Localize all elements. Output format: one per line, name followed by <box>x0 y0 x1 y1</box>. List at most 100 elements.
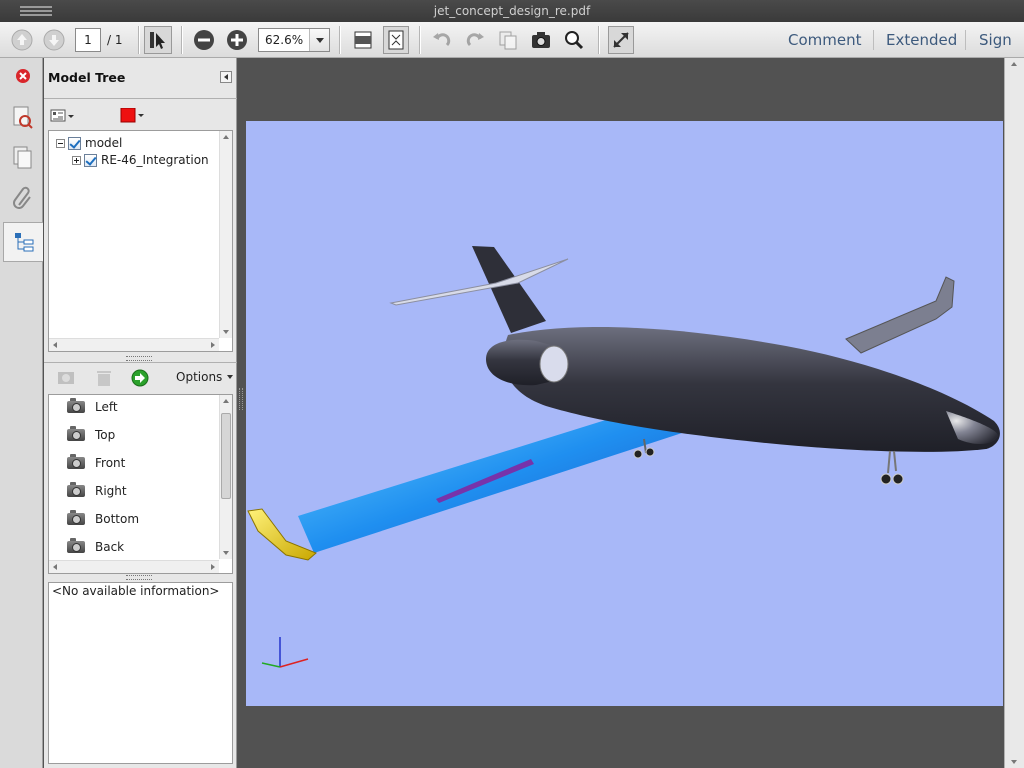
extended-link[interactable]: Extended <box>886 28 957 52</box>
view-label: Front <box>95 456 126 470</box>
close-pane-button[interactable] <box>3 60 43 92</box>
search-icon <box>565 31 584 50</box>
camera-icon <box>67 426 85 441</box>
previous-page-button[interactable] <box>8 26 36 54</box>
divider <box>44 362 237 363</box>
rotate-right-icon <box>466 33 484 47</box>
select-cursor-icon <box>150 32 165 49</box>
toolbar: 1 / 1 62.6% Comment Extended Sign <box>0 22 1024 58</box>
page-total: / 1 <box>107 33 123 47</box>
collapse-node-icon[interactable] <box>56 138 65 148</box>
comment-link[interactable]: Comment <box>788 28 862 52</box>
fit-page-button[interactable] <box>383 26 409 54</box>
document-area[interactable] <box>238 58 1024 768</box>
scroll-right-icon[interactable] <box>211 564 215 570</box>
delete-view-button[interactable] <box>94 368 114 388</box>
snapshot-button[interactable] <box>528 26 554 54</box>
create-view-button[interactable] <box>56 368 78 388</box>
toolbar-divider <box>419 26 420 54</box>
menu-grip-icon[interactable] <box>20 6 52 16</box>
collapse-panel-button[interactable] <box>220 71 232 83</box>
view-item-left[interactable]: Left <box>67 397 118 417</box>
pages-button[interactable] <box>3 138 43 178</box>
view-item-front[interactable]: Front <box>67 453 125 473</box>
fit-width-icon <box>354 31 372 49</box>
color-picker-button[interactable] <box>120 107 146 124</box>
options-label: Options <box>176 370 223 384</box>
new-view-icon <box>58 372 74 384</box>
pane-splitter[interactable] <box>126 356 152 361</box>
toolbar-divider <box>873 30 874 50</box>
view-label: Right <box>95 484 127 498</box>
plus-icon <box>227 30 247 50</box>
toolbar-divider <box>138 26 139 54</box>
zoom-level-select[interactable]: 62.6% <box>258 28 330 52</box>
scroll-up-icon[interactable] <box>1011 62 1017 66</box>
view-item-bottom[interactable]: Bottom <box>67 509 139 529</box>
view-label: Top <box>95 428 116 442</box>
scroll-left-icon[interactable] <box>53 342 57 348</box>
3d-viewport[interactable] <box>246 121 1003 706</box>
attachments-button[interactable] <box>3 178 43 218</box>
scrollbar-thumb[interactable] <box>221 413 231 499</box>
scroll-up-icon[interactable] <box>223 399 229 403</box>
model-tree-button[interactable] <box>3 222 43 262</box>
tree-node-label: model <box>85 136 123 150</box>
expand-node-icon[interactable] <box>72 155 81 165</box>
horizontal-stabilizer <box>389 258 569 306</box>
scroll-up-icon[interactable] <box>223 135 229 139</box>
rotate-left-button[interactable] <box>429 26 455 54</box>
fit-width-button[interactable] <box>350 26 376 54</box>
camera-icon <box>67 538 85 553</box>
rotate-right-button[interactable] <box>462 26 488 54</box>
views-horizontal-scrollbar[interactable] <box>49 560 219 573</box>
scroll-down-icon[interactable] <box>223 330 229 334</box>
page-search-icon <box>13 106 33 129</box>
toolbar-divider <box>339 26 340 54</box>
visibility-checkbox[interactable] <box>84 153 97 167</box>
full-screen-button[interactable] <box>608 26 634 54</box>
tree-node-re46-integration[interactable]: RE-46_Integration <box>72 152 209 168</box>
view-item-back[interactable]: Back <box>67 537 124 557</box>
copy-button[interactable] <box>495 26 521 54</box>
document-vertical-scrollbar[interactable] <box>1004 58 1024 768</box>
views-vertical-scrollbar[interactable] <box>219 395 232 559</box>
scroll-down-icon[interactable] <box>223 551 229 555</box>
scroll-down-icon[interactable] <box>1011 760 1017 764</box>
page-number-input[interactable]: 1 <box>75 28 101 52</box>
chevron-down-icon[interactable] <box>309 29 329 51</box>
camera-icon <box>67 510 85 525</box>
select-tool-button[interactable] <box>144 26 172 54</box>
arrow-down-icon <box>43 29 65 51</box>
tree-vertical-scrollbar[interactable] <box>219 131 232 338</box>
zoom-out-button[interactable] <box>191 26 217 54</box>
fit-page-icon <box>388 30 404 50</box>
zoom-in-button[interactable] <box>224 26 250 54</box>
panel-title: Model Tree <box>48 70 126 85</box>
model-tree[interactable]: model RE-46_Integration <box>48 130 233 352</box>
find-button[interactable] <box>561 26 587 54</box>
views-toolbar: Options <box>48 364 233 392</box>
copy-icon <box>499 31 517 50</box>
pane-splitter[interactable] <box>126 575 152 580</box>
page-thumbnails-button[interactable] <box>3 98 43 138</box>
window-title: jet_concept_design_re.pdf <box>433 4 591 18</box>
tree-view-options-button[interactable] <box>50 108 76 124</box>
tree-horizontal-scrollbar[interactable] <box>49 338 219 351</box>
sign-link[interactable]: Sign <box>979 28 1012 52</box>
visibility-checkbox[interactable] <box>68 136 81 150</box>
pages-icon <box>13 146 32 169</box>
engine-intake <box>539 345 569 383</box>
views-list[interactable]: Left Top Front Right Bottom Back <box>48 394 233 574</box>
scroll-left-icon[interactable] <box>53 564 57 570</box>
jet-3d-model[interactable] <box>246 121 1003 706</box>
add-view-button[interactable] <box>130 368 150 388</box>
tree-node-model[interactable]: model <box>56 135 122 151</box>
next-page-button[interactable] <box>40 26 68 54</box>
view-item-top[interactable]: Top <box>67 425 115 445</box>
scroll-right-icon[interactable] <box>211 342 215 348</box>
options-menu-button[interactable]: Options <box>176 370 233 384</box>
arrow-up-icon <box>11 29 33 51</box>
panel-resize-grip[interactable] <box>239 388 243 410</box>
view-item-right[interactable]: Right <box>67 481 127 501</box>
